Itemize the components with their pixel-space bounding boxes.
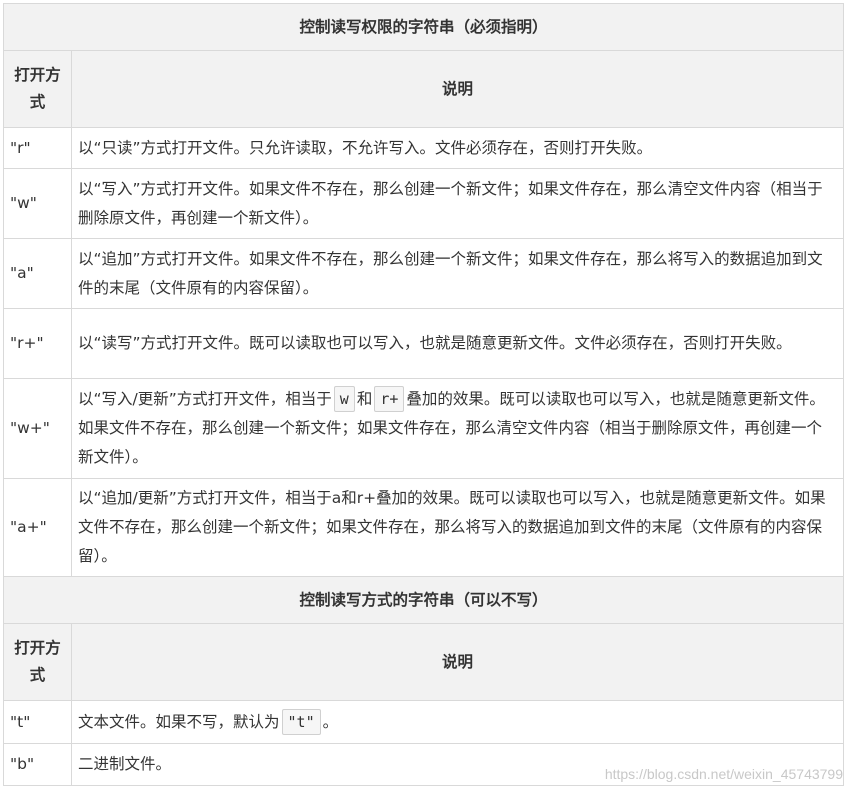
column-header-description: 说明 bbox=[70, 50, 845, 128]
table-row: "r+" 以“读写”方式打开文件。既可以读取也可以写入，也就是随意更新文件。文件… bbox=[3, 308, 845, 379]
column-header-mode: 打开方式 bbox=[3, 623, 72, 701]
section-header-permissions: 控制读写权限的字符串（必须指明） bbox=[2, 3, 845, 51]
column-header-description: 说明 bbox=[70, 623, 845, 701]
description-text: 以“写入/更新”方式打开文件，相当于 bbox=[78, 390, 332, 408]
mode-cell: "a+" bbox=[3, 478, 72, 577]
mode-cell: "r" bbox=[3, 127, 72, 169]
mode-cell: "t" bbox=[3, 700, 72, 744]
mode-cell: "w+" bbox=[3, 378, 72, 479]
description-cell: 以“追加/更新”方式打开文件，相当于a和r+叠加的效果。既可以读取也可以写入，也… bbox=[70, 478, 845, 577]
column-header-row: 打开方式 说明 bbox=[3, 623, 845, 701]
table-row: "w" 以“写入”方式打开文件。如果文件不存在，那么创建一个新文件；如果文件存在… bbox=[3, 168, 845, 239]
mode-cell: "w" bbox=[3, 168, 72, 239]
mode-cell: "b" bbox=[3, 743, 72, 786]
table-row: "t" 文本文件。如果不写，默认为 "t"。 bbox=[3, 700, 845, 744]
description-text: 和 bbox=[356, 390, 373, 408]
description-text: 文本文件。如果不写，默认为 bbox=[78, 712, 280, 731]
table-row: "a" 以“追加”方式打开文件。如果文件不存在，那么创建一个新文件；如果文件存在… bbox=[3, 238, 845, 309]
description-cell: 以“追加”方式打开文件。如果文件不存在，那么创建一个新文件；如果文件存在，那么将… bbox=[70, 238, 845, 309]
mode-cell: "r+" bbox=[3, 308, 72, 379]
inline-code: r+ bbox=[374, 386, 405, 412]
description-cell: 文本文件。如果不写，默认为 "t"。 bbox=[70, 700, 845, 744]
description-text: 。 bbox=[322, 712, 339, 731]
section-title: 控制读写方式的字符串（可以不写） bbox=[2, 576, 845, 624]
table-row: "r" 以“只读”方式打开文件。只允许读取，不允许写入。文件必须存在，否则打开失… bbox=[3, 127, 845, 169]
description-cell: 以“读写”方式打开文件。既可以读取也可以写入，也就是随意更新文件。文件必须存在，… bbox=[70, 308, 845, 379]
description-cell: 以“写入/更新”方式打开文件，相当于 w 和 r+ 叠加的效果。既可以读取也可以写入，也… bbox=[70, 378, 845, 479]
watermark-text: https://blog.csdn.net/weixin_45743799 bbox=[604, 766, 843, 782]
description-cell: 以“只读”方式打开文件。只允许读取，不允许写入。文件必须存在，否则打开失败。 bbox=[70, 127, 845, 169]
inline-code: "t" bbox=[281, 708, 321, 735]
description-cell: 以“写入”方式打开文件。如果文件不存在，那么创建一个新文件；如果文件存在，那么清… bbox=[70, 168, 845, 239]
section-title: 控制读写权限的字符串（必须指明） bbox=[2, 3, 845, 51]
section-header-mode: 控制读写方式的字符串（可以不写） bbox=[2, 576, 845, 624]
column-header-row: 打开方式 说明 bbox=[3, 50, 845, 128]
file-mode-table: 控制读写权限的字符串（必须指明） 打开方式 说明 "r" 以“只读”方式打开文件… bbox=[2, 3, 845, 786]
mode-cell: "a" bbox=[3, 238, 72, 309]
inline-code: w bbox=[333, 386, 355, 412]
table-row: "w+" 以“写入/更新”方式打开文件，相当于 w 和 r+ 叠加的效果。既可以读取也可… bbox=[3, 378, 845, 479]
table-row: "a+" 以“追加/更新”方式打开文件，相当于a和r+叠加的效果。既可以读取也可… bbox=[3, 478, 845, 577]
column-header-mode: 打开方式 bbox=[3, 50, 72, 128]
